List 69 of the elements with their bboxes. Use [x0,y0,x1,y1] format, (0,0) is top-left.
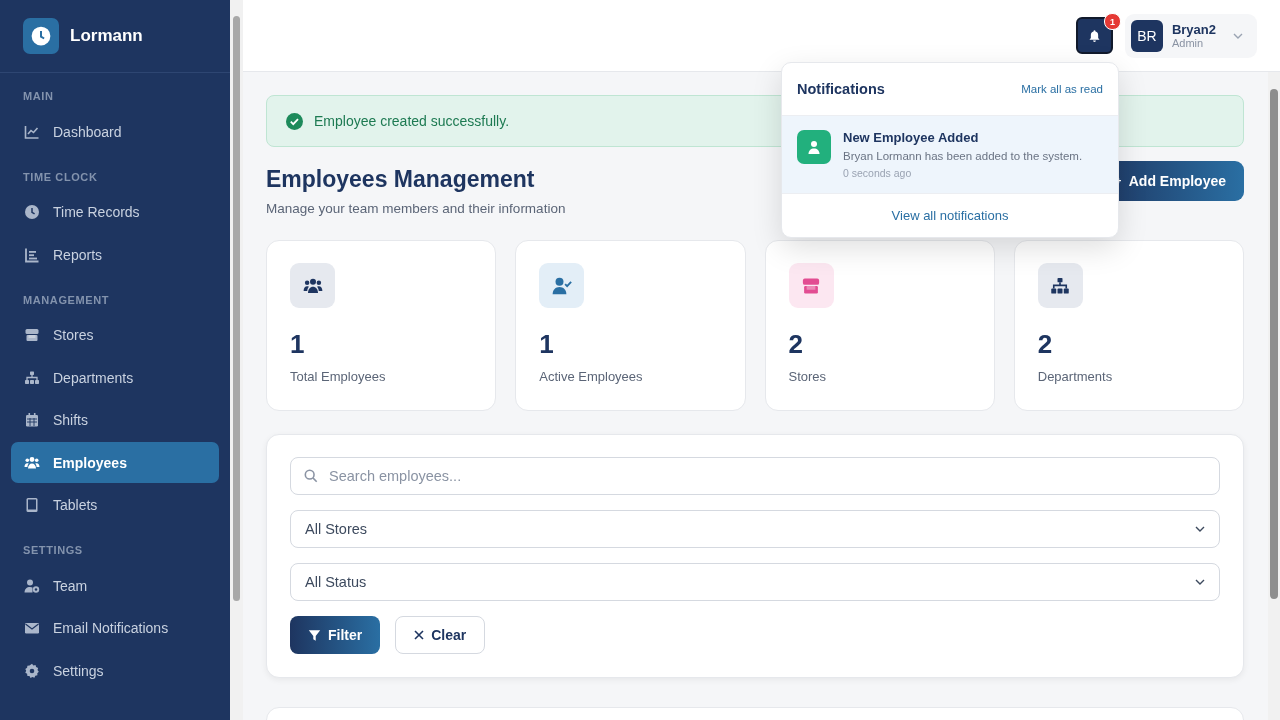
person-check-icon [551,275,572,296]
section-heading: MAIN [22,89,55,104]
nav-item[interactable]: Shifts [11,399,219,441]
stat-value: 1 [290,329,306,360]
nav-item[interactable]: Stores [11,314,219,356]
check-circle-icon [286,112,303,130]
dropdown[interactable]: All Stores [290,510,1220,548]
filter-icon [308,628,321,642]
notification-title: New Employee Added [843,130,980,145]
user-menu[interactable]: BR Bryan2 Admin [1124,13,1257,58]
panel-title: Notifications [797,81,885,97]
close-icon [414,630,425,640]
chart-icon [24,123,40,140]
nav-item[interactable]: Time Records [11,191,219,233]
user-role: Admin [1171,37,1205,49]
chevron-down-icon [1233,32,1243,39]
stat-label: Active Employees [539,369,644,384]
section-heading: SETTINGS [22,543,84,558]
filter-button[interactable]: Filter [290,616,381,654]
search-field[interactable]: Search employees... [290,457,1220,495]
nav-item[interactable]: Departments [11,357,219,398]
calendar-icon [24,412,40,428]
nav-item[interactable]: Settings [11,650,219,691]
hierarchy-icon [24,369,40,386]
chevron-down-icon [1195,579,1205,585]
brand-name: Lormann [70,26,143,46]
store-icon [24,327,40,343]
notification-message: Bryan Lormann has been added to the system. [843,150,1083,162]
hierarchy-icon [1050,275,1071,296]
notification-time: 0 seconds ago [843,167,913,179]
stat-value: 1 [539,329,555,360]
nav-item[interactable]: Tablets [11,484,219,526]
clear-button[interactable]: Clear [395,616,486,654]
bar-list-icon [24,246,40,263]
stat-value: 2 [1037,329,1054,360]
page-subtitle: Manage your team members and their information [266,201,566,216]
stat-value: 2 [788,329,804,360]
settings-icon [24,662,40,679]
notification-button[interactable] [1075,17,1113,54]
notification-count: 1 [1104,13,1121,30]
bell-icon [1087,28,1101,43]
stat-label: Departments [1037,369,1114,384]
nav-item[interactable]: Team [11,565,219,606]
tablet-icon [24,497,40,513]
section-heading: MANAGEMENT [22,292,111,308]
person-gear-icon [24,577,40,594]
notification-item[interactable]: New Employee Added Bryan Lormann has been added to the system. 0 seconds ago [782,116,1118,194]
envelope-icon [24,620,40,636]
nav-item[interactable]: Email Notifications [11,607,219,649]
nav-item[interactable]: Employees [11,442,219,483]
people-icon [24,454,40,471]
user-avatar: BR [1130,19,1163,52]
stat-label: Total Employees [290,369,387,384]
nav-item[interactable]: Reports [11,234,219,275]
dropdown[interactable]: All Status [290,563,1220,601]
search-icon [304,469,318,483]
clock-icon [24,204,40,220]
user-name: Bryan2 [1171,22,1216,37]
section-heading: TIME CLOCK [22,169,99,185]
stat-label: Stores [788,369,828,384]
alert-message: Employee created successfully. [314,113,510,129]
chevron-down-icon [1195,526,1205,532]
scrollbar[interactable] [230,0,243,720]
nav-item[interactable]: Dashboard [11,111,219,152]
mark-all-read-link[interactable]: Mark all as read [1021,83,1103,95]
scrollbar[interactable] [1268,72,1280,720]
logo-icon [23,18,59,54]
person-icon [797,130,831,164]
page-title: Employees Management [266,166,536,193]
